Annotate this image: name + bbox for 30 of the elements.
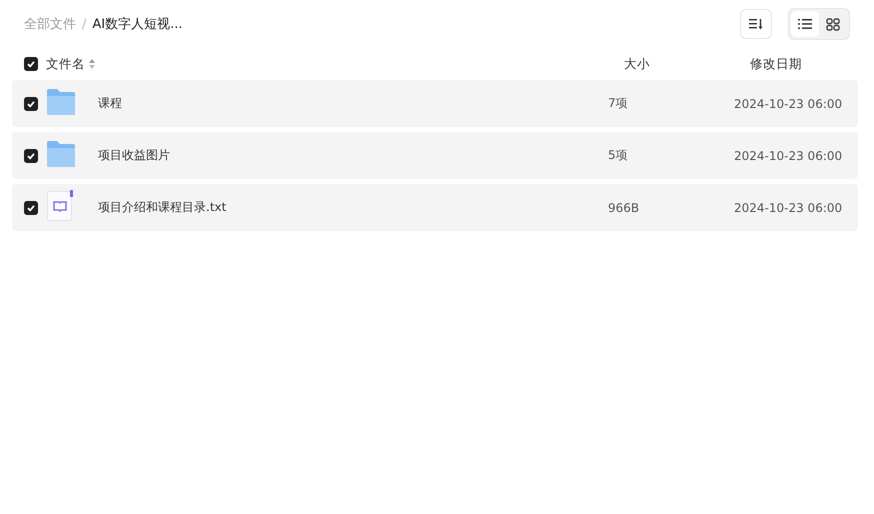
file-row[interactable]: 课程 7项 2024-10-23 06:00	[12, 80, 858, 127]
file-date: 2024-10-23 06:00	[734, 96, 844, 110]
grid-icon	[826, 18, 840, 30]
list-icon	[798, 18, 812, 30]
file-size: 7项	[608, 95, 629, 112]
list-view-button[interactable]	[791, 11, 819, 37]
file-size: 966B	[608, 200, 640, 214]
checkbox[interactable]	[24, 57, 38, 71]
sort-icon	[749, 18, 763, 30]
sort-icon[interactable]	[89, 59, 95, 69]
file-row[interactable]: 项目收益图片 5项 2024-10-23 06:00	[12, 132, 858, 179]
folder-icon	[46, 88, 76, 116]
file-size: 5项	[608, 147, 629, 164]
file-name: 项目介绍和课程目录.txt	[98, 199, 228, 216]
document-icon	[46, 190, 74, 222]
checkbox[interactable]	[24, 200, 38, 214]
column-header: 文件名	[46, 56, 85, 72]
checkbox[interactable]	[24, 96, 38, 110]
column-header: 大小	[623, 56, 651, 72]
folder-icon	[46, 140, 76, 168]
file-name: 项目收益图片	[98, 147, 171, 164]
file-name: 课程	[98, 95, 123, 112]
file-row[interactable]: 项目介绍和课程目录.txt 966B 2024-10-23 06:00	[12, 184, 858, 231]
file-date: 2024-10-23 06:00	[734, 200, 844, 214]
column-header: 修改日期	[749, 56, 803, 72]
checkbox[interactable]	[24, 148, 38, 162]
breadcrumb-separator: /	[82, 16, 86, 32]
breadcrumb-item[interactable]: AI数字人短视...	[92, 15, 183, 33]
file-date: 2024-10-23 06:00	[734, 148, 844, 162]
sort-button[interactable]	[740, 9, 772, 39]
